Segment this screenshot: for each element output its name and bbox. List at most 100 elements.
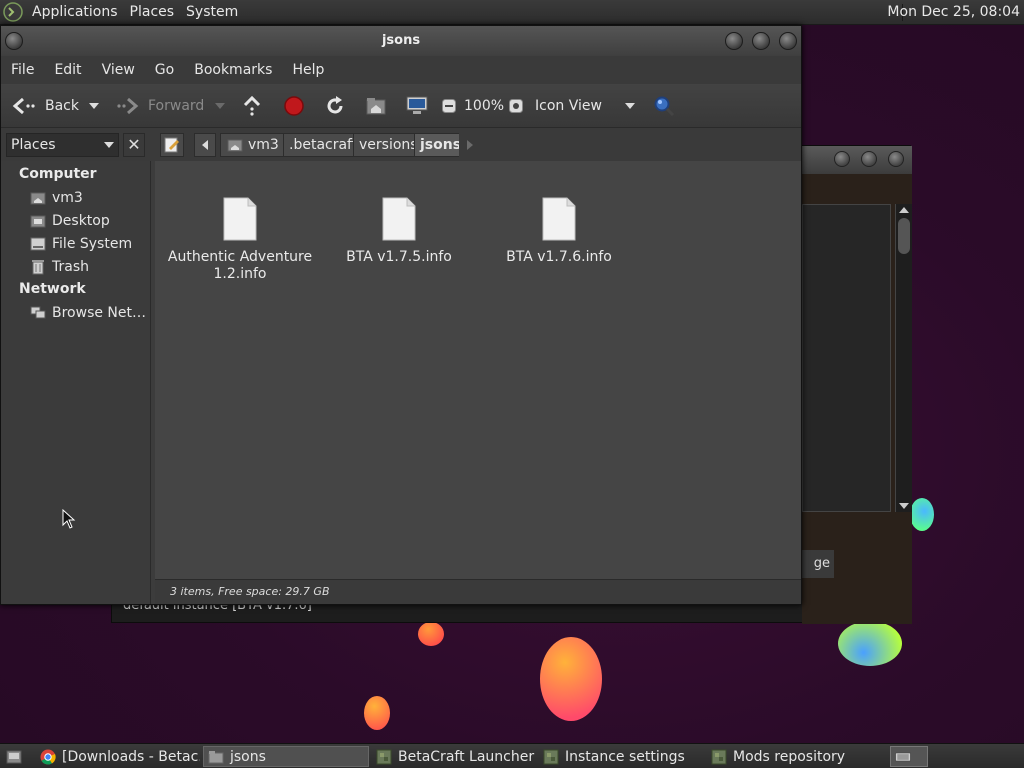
back-button[interactable]: Back bbox=[11, 84, 79, 128]
taskbar-item-betacraft-launcher[interactable]: BetaCraft Launcher … bbox=[372, 746, 536, 767]
places-menu[interactable]: Places bbox=[124, 0, 181, 25]
folder-icon bbox=[208, 749, 224, 765]
taskbar-item-jsons[interactable]: jsons bbox=[203, 746, 369, 767]
taskbar-item-mods-repository[interactable]: Mods repository bbox=[707, 746, 871, 767]
scroll-thumb[interactable] bbox=[898, 218, 910, 254]
minimize-button[interactable] bbox=[725, 32, 743, 50]
taskbar-item-instance-settings[interactable]: Instance settings bbox=[539, 746, 703, 767]
breadcrumb-versions[interactable]: versions bbox=[353, 133, 424, 157]
maximize-button[interactable] bbox=[861, 151, 877, 167]
reload-icon bbox=[324, 96, 346, 116]
file-item[interactable]: BTA v1.7.5.info bbox=[324, 197, 474, 266]
toolbar: Back Forward 100% Icon View bbox=[1, 84, 801, 128]
zoom-level[interactable]: 100% bbox=[464, 84, 504, 128]
close-button[interactable] bbox=[888, 151, 904, 167]
stop-icon bbox=[283, 96, 305, 116]
wallpaper-blob bbox=[910, 498, 934, 531]
applications-menu[interactable]: Applications bbox=[26, 0, 124, 25]
menu-go[interactable]: Go bbox=[145, 56, 184, 84]
menubar: File Edit View Go Bookmarks Help bbox=[1, 56, 801, 84]
text-file-icon bbox=[541, 197, 577, 241]
computer-button[interactable] bbox=[406, 84, 428, 128]
toggle-location-entry-button[interactable] bbox=[160, 133, 184, 157]
network-icon bbox=[29, 305, 47, 321]
view-mode-select[interactable]: Icon View bbox=[535, 84, 641, 128]
home-button[interactable] bbox=[365, 84, 387, 128]
sidebar-item-label: vm3 bbox=[52, 190, 83, 206]
file-name: BTA v1.7.6.info bbox=[506, 249, 612, 265]
zoom-out-icon bbox=[441, 99, 457, 113]
up-button[interactable] bbox=[242, 84, 262, 128]
places-sidebar: Computer vm3 Desktop File System Trash N… bbox=[1, 161, 151, 604]
zoom-in-button[interactable] bbox=[508, 84, 524, 128]
forward-history-dropdown[interactable] bbox=[215, 84, 225, 128]
taskbar-item-downloads[interactable]: [Downloads - Betac… bbox=[36, 746, 200, 767]
text-file-icon bbox=[222, 197, 258, 241]
instance-list-scrollbar[interactable] bbox=[895, 204, 912, 512]
close-sidebar-button[interactable]: ✕ bbox=[123, 133, 145, 157]
stop-button[interactable] bbox=[283, 84, 305, 128]
instance-list[interactable] bbox=[802, 204, 891, 512]
manage-button[interactable]: ge bbox=[802, 550, 834, 578]
show-desktop-button[interactable] bbox=[2, 746, 28, 767]
sidebar-type-label: Places bbox=[11, 137, 56, 153]
workspace-switcher[interactable] bbox=[890, 746, 928, 767]
taskbar-item-label: [Downloads - Betac… bbox=[62, 748, 200, 765]
file-name: BTA v1.7.5.info bbox=[346, 249, 452, 265]
menu-file[interactable]: File bbox=[1, 56, 44, 84]
breadcrumb-betacraft[interactable]: .betacraft bbox=[283, 133, 364, 157]
launcher-titlebar[interactable] bbox=[802, 146, 912, 174]
sidebar-heading-computer: Computer bbox=[19, 166, 97, 182]
menu-edit[interactable]: Edit bbox=[44, 56, 91, 84]
sidebar-item-label: File System bbox=[52, 236, 133, 252]
scroll-up-arrow[interactable] bbox=[899, 207, 909, 213]
mate-logo-icon[interactable] bbox=[0, 0, 26, 25]
taskbar-item-label: Mods repository bbox=[733, 748, 846, 765]
sidebar-item-vm3[interactable]: vm3 bbox=[29, 187, 83, 209]
mouse-pointer-icon bbox=[62, 508, 76, 529]
sidebar-item-desktop[interactable]: Desktop bbox=[29, 210, 110, 232]
minimize-button[interactable] bbox=[834, 151, 850, 167]
close-button[interactable] bbox=[779, 32, 797, 50]
scroll-down-arrow[interactable] bbox=[899, 503, 909, 509]
reload-button[interactable] bbox=[324, 84, 346, 128]
breadcrumb-scroll-right[interactable] bbox=[459, 133, 481, 157]
menu-bookmarks[interactable]: Bookmarks bbox=[184, 56, 282, 84]
search-button[interactable] bbox=[653, 84, 675, 128]
sidebar-item-label: Browse Net… bbox=[52, 305, 147, 321]
forward-button[interactable]: Forward bbox=[116, 84, 204, 128]
breadcrumb-scroll-left[interactable] bbox=[194, 133, 216, 157]
status-bar: 3 items, Free space: 29.7 GB bbox=[155, 579, 801, 604]
back-history-dropdown[interactable] bbox=[89, 84, 99, 128]
sidebar-heading-network: Network bbox=[19, 281, 86, 297]
file-item[interactable]: Authentic Adventure 1.2.info bbox=[165, 197, 315, 283]
edit-icon bbox=[161, 134, 183, 156]
system-menu[interactable]: System bbox=[180, 0, 244, 25]
bottom-taskbar: [Downloads - Betac… jsons BetaCraft Laun… bbox=[0, 743, 1024, 768]
window-titlebar[interactable]: jsons bbox=[1, 26, 801, 56]
sidebar-item-file-system[interactable]: File System bbox=[29, 233, 132, 255]
text-file-icon bbox=[381, 197, 417, 241]
menu-help[interactable]: Help bbox=[282, 56, 334, 84]
maximize-button[interactable] bbox=[752, 32, 770, 50]
file-item[interactable]: BTA v1.7.6.info bbox=[484, 197, 634, 266]
wallpaper-blob bbox=[540, 637, 602, 721]
window-menu-button[interactable] bbox=[5, 32, 23, 50]
breadcrumb-vm3[interactable]: vm3 bbox=[220, 133, 285, 157]
sidebar-item-browse-network[interactable]: Browse Net… bbox=[29, 302, 146, 324]
zoom-out-button[interactable] bbox=[441, 84, 457, 128]
taskbar-item-label: BetaCraft Launcher … bbox=[398, 748, 536, 765]
sidebar-type-select[interactable]: Places bbox=[6, 133, 119, 157]
view-mode-label: Icon View bbox=[535, 98, 602, 114]
home-folder-icon bbox=[226, 138, 244, 152]
clock[interactable]: Mon Dec 25, 08:04 bbox=[887, 0, 1020, 25]
forward-arrow-icon bbox=[116, 96, 140, 116]
icon-view[interactable]: Authentic Adventure 1.2.info BTA v1.7.5.… bbox=[155, 161, 801, 579]
sidebar-item-trash[interactable]: Trash bbox=[29, 256, 89, 278]
menu-view[interactable]: View bbox=[92, 56, 145, 84]
location-row: Places ✕ vm3 .betacraft versions jsons bbox=[1, 128, 801, 161]
desktop-folder-icon bbox=[29, 213, 47, 229]
forward-label: Forward bbox=[148, 98, 205, 114]
wallpaper-blob bbox=[418, 622, 444, 646]
show-desktop-icon bbox=[6, 749, 22, 765]
